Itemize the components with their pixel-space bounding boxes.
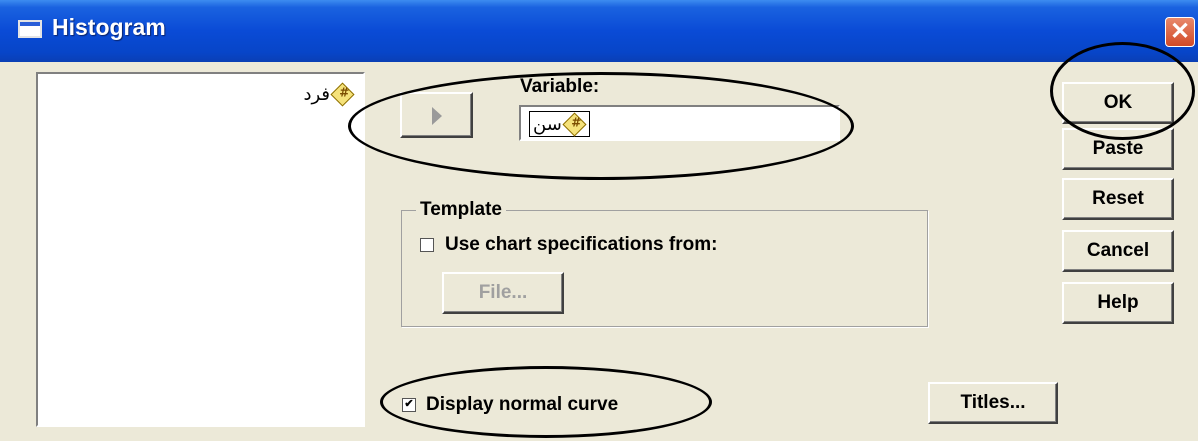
ok-button[interactable]: OK: [1062, 82, 1174, 124]
source-variable-list[interactable]: فرد #: [36, 72, 365, 427]
variable-field[interactable]: سن #: [519, 105, 840, 141]
window-title: Histogram: [52, 14, 166, 40]
display-normal-curve-label[interactable]: Display normal curve: [426, 394, 618, 416]
use-chart-spec-label[interactable]: Use chart specifications from:: [445, 234, 717, 256]
reset-button[interactable]: Reset: [1062, 178, 1174, 220]
cancel-button[interactable]: Cancel: [1062, 230, 1174, 272]
display-normal-curve-checkbox[interactable]: ✔: [402, 398, 416, 412]
file-button: File...: [442, 272, 564, 314]
paste-button[interactable]: Paste: [1062, 128, 1174, 170]
title-bar[interactable]: Histogram ✕: [0, 0, 1198, 62]
list-item[interactable]: فرد #: [303, 82, 355, 107]
close-button[interactable]: ✕: [1165, 17, 1195, 47]
variable-name: فرد: [303, 84, 330, 105]
template-group-label: Template: [416, 199, 507, 221]
variable-label: Variable:: [520, 76, 600, 97]
help-button[interactable]: Help: [1062, 282, 1174, 324]
selected-variable-name: سن: [533, 113, 562, 135]
move-variable-arrow-button[interactable]: [400, 92, 473, 138]
histogram-dialog: Histogram ✕ فرد # Variable: سن # Templat…: [0, 0, 1198, 441]
scale-variable-icon: #: [330, 82, 355, 107]
arrow-right-icon: [432, 107, 442, 125]
window-icon: [18, 20, 42, 38]
use-chart-spec-checkbox[interactable]: [420, 238, 434, 252]
titles-button[interactable]: Titles...: [928, 382, 1058, 424]
selected-variable[interactable]: سن #: [529, 111, 590, 137]
scale-variable-icon: #: [562, 111, 587, 137]
